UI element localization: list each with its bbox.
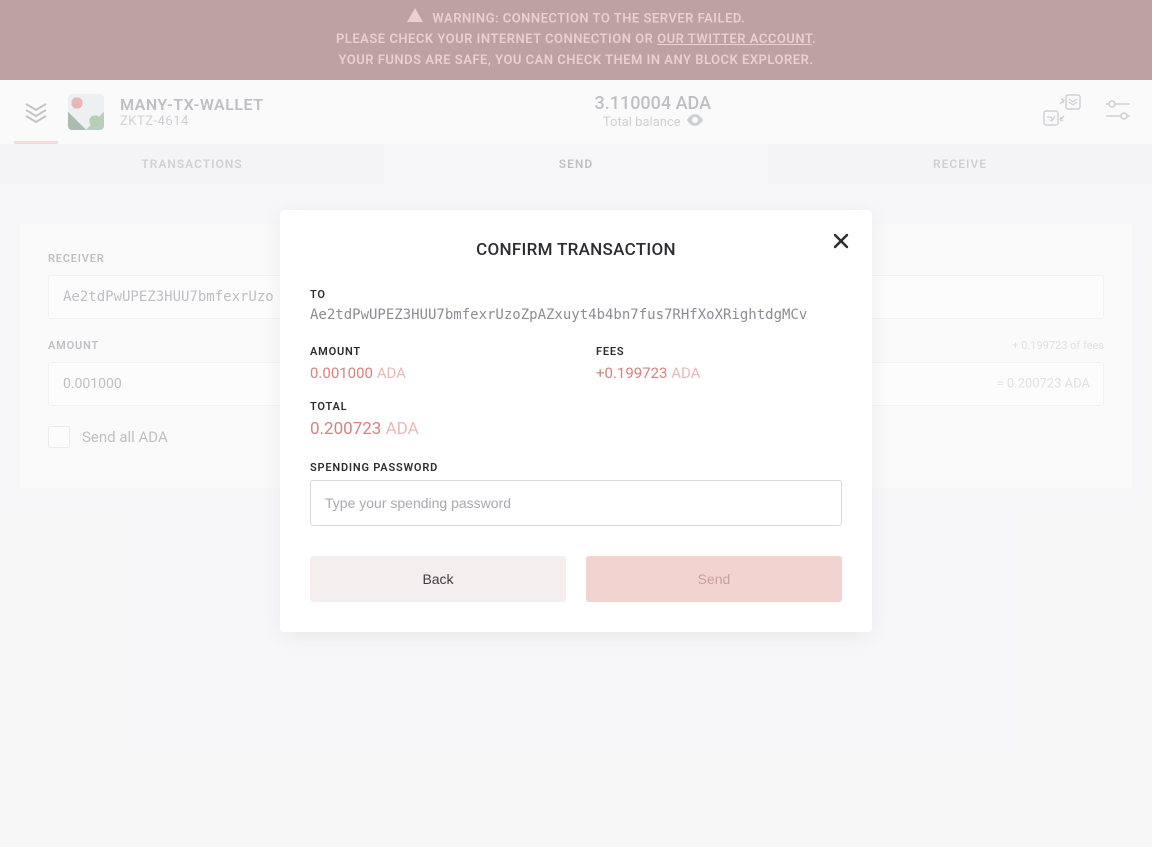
modal-fees-number: +0.199723	[596, 364, 667, 382]
modal-total-label: TOTAL	[310, 400, 842, 413]
modal-total-number: 0.200723	[310, 419, 381, 439]
back-button[interactable]: Back	[310, 556, 566, 602]
modal-fees-label: FEES	[596, 345, 842, 358]
modal-total-value: 0.200723 ADA	[310, 419, 842, 439]
modal-amount-label: AMOUNT	[310, 345, 556, 358]
modal-fees-value: +0.199723 ADA	[596, 364, 842, 382]
modal-password-label: SPENDING PASSWORD	[310, 461, 842, 474]
close-icon[interactable]	[832, 232, 850, 254]
modal-fees-unit: ADA	[667, 364, 700, 382]
modal-amount-value: 0.001000 ADA	[310, 364, 556, 382]
modal-overlay: CONFIRM TRANSACTION TO Ae2tdPwUPEZ3HUU7b…	[0, 0, 1152, 847]
modal-to-value: Ae2tdPwUPEZ3HUU7bmfexrUzoZpAZxuyt4b4bn7f…	[310, 307, 842, 323]
modal-amount-number: 0.001000	[310, 364, 373, 382]
modal-to-label: TO	[310, 288, 842, 301]
modal-amount-unit: ADA	[373, 364, 406, 382]
modal-title: CONFIRM TRANSACTION	[310, 240, 842, 260]
spending-password-input[interactable]	[310, 480, 842, 526]
modal-total-unit: ADA	[381, 419, 418, 439]
send-button[interactable]: Send	[586, 556, 842, 602]
confirm-transaction-modal: CONFIRM TRANSACTION TO Ae2tdPwUPEZ3HUU7b…	[280, 210, 872, 632]
